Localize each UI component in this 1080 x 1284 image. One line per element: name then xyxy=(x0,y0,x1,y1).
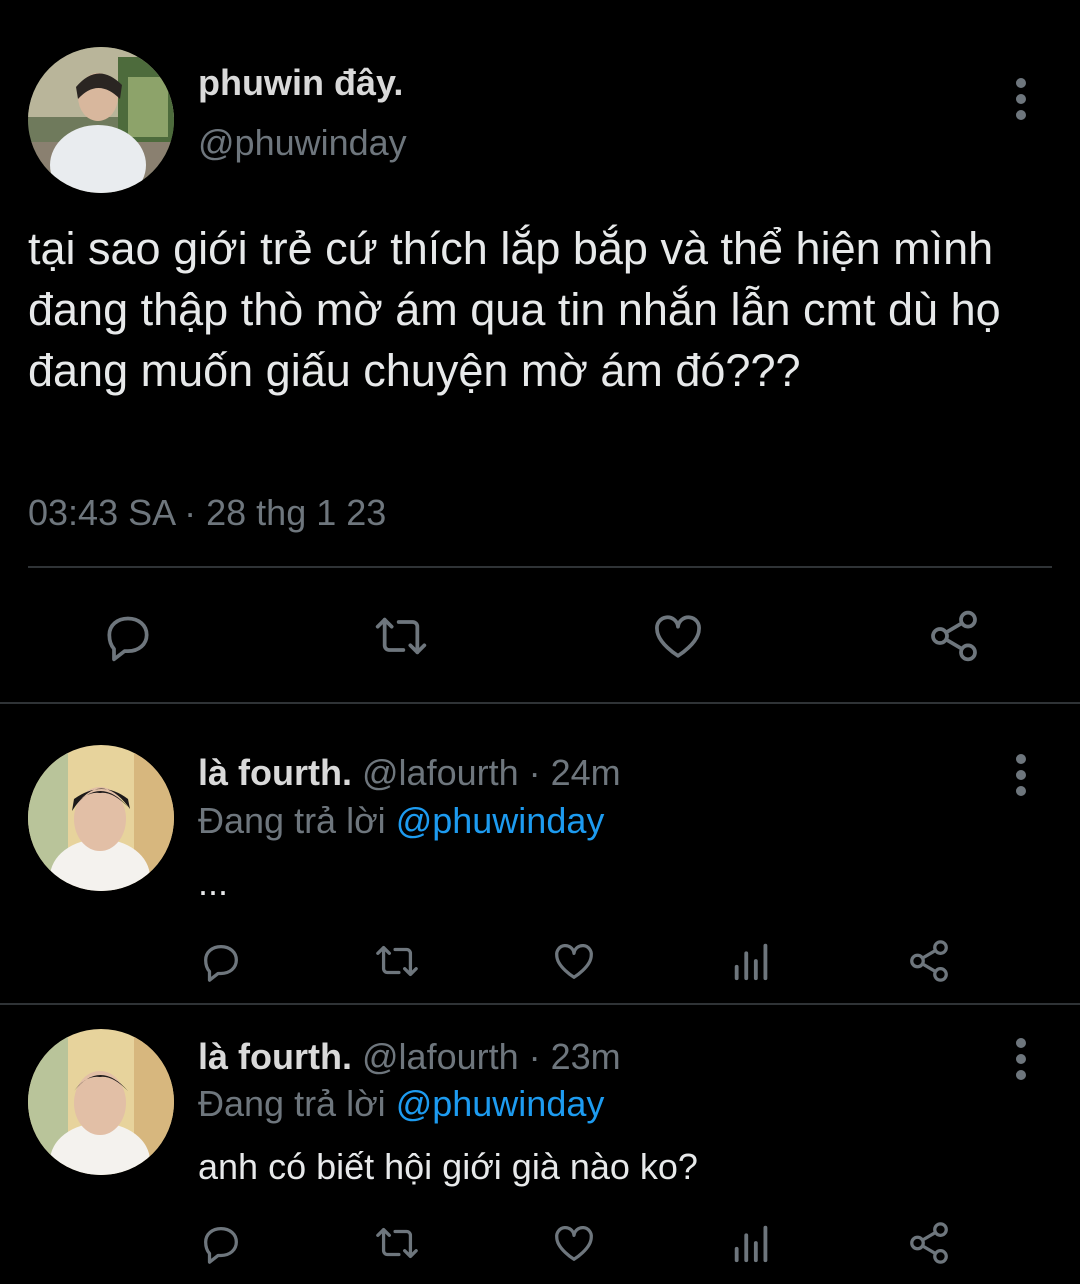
share-icon[interactable] xyxy=(906,938,952,984)
timestamp-divider xyxy=(28,566,1052,568)
more-options-icon[interactable] xyxy=(1010,754,1032,802)
retweet-icon[interactable] xyxy=(372,1220,422,1266)
reply-header: là fourth. @lafourth · 24m xyxy=(198,752,621,794)
tweet-timestamp: 03:43 SA · 28 thg 1 23 xyxy=(28,492,387,533)
reply-header: là fourth. @lafourth · 23m xyxy=(198,1036,621,1078)
retweet-icon[interactable] xyxy=(372,938,422,984)
views-icon[interactable] xyxy=(729,938,775,984)
replying-to-link[interactable]: @phuwinday xyxy=(396,800,605,841)
retweet-icon[interactable] xyxy=(370,608,432,664)
author-handle[interactable]: @phuwinday xyxy=(198,122,407,164)
reply-icon[interactable] xyxy=(198,1220,244,1266)
replying-to-link[interactable]: @phuwinday xyxy=(396,1083,605,1124)
author-name[interactable]: là fourth. xyxy=(198,1036,352,1077)
reply-icon[interactable] xyxy=(198,938,244,984)
like-icon[interactable] xyxy=(551,938,597,984)
reply-age: · 24m xyxy=(528,752,621,793)
section-divider xyxy=(0,1003,1080,1005)
replying-prefix: Đang trả lời xyxy=(198,1083,396,1124)
avatar[interactable] xyxy=(28,47,174,193)
more-options-icon[interactable] xyxy=(1010,78,1032,126)
replying-to: Đang trả lời @phuwinday xyxy=(198,800,604,842)
avatar[interactable] xyxy=(28,745,174,891)
replying-prefix: Đang trả lời xyxy=(198,800,396,841)
like-icon[interactable] xyxy=(551,1220,597,1266)
author-handle[interactable]: @lafourth xyxy=(362,1036,519,1077)
avatar[interactable] xyxy=(28,1029,174,1175)
reply-text: anh có biết hội giới già nào ko? xyxy=(198,1146,698,1187)
like-icon[interactable] xyxy=(650,608,706,664)
tweet-text: tại sao giới trẻ cứ thích lắp bắp và thể… xyxy=(28,223,1001,396)
reply-icon[interactable] xyxy=(100,608,156,664)
section-divider xyxy=(0,702,1080,704)
author-name[interactable]: là fourth. xyxy=(198,752,352,793)
views-icon[interactable] xyxy=(729,1220,775,1266)
author-name[interactable]: phuwin đây. xyxy=(198,62,403,104)
author-handle[interactable]: @lafourth xyxy=(362,752,519,793)
share-icon[interactable] xyxy=(906,1220,952,1266)
reply-age: · 23m xyxy=(528,1036,621,1077)
more-options-icon[interactable] xyxy=(1010,1038,1032,1086)
share-icon[interactable] xyxy=(926,608,982,664)
replying-to: Đang trả lời @phuwinday xyxy=(198,1083,604,1125)
reply-text: ... xyxy=(198,862,229,903)
